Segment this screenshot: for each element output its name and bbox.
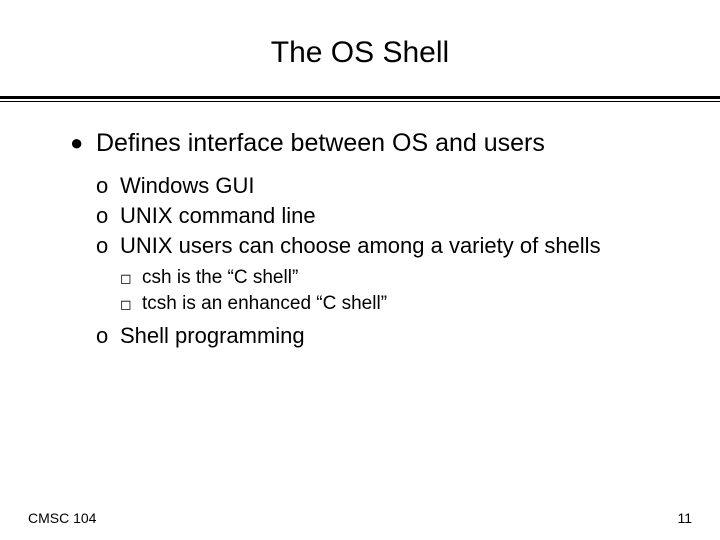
list-item-text: Shell programming (120, 322, 305, 350)
list-item: o Windows GUI (96, 172, 660, 200)
slide-content: ● Defines interface between OS and users… (0, 102, 720, 350)
divider-thick (0, 96, 720, 99)
bullet-disc-icon: ● (70, 128, 96, 158)
bullet-square-icon: ◻ (120, 292, 142, 316)
bullet-o-icon: o (96, 202, 120, 230)
bullet-o-icon: o (96, 322, 120, 350)
slide-title: The OS Shell (0, 0, 720, 96)
footer-course: CMSC 104 (28, 510, 96, 526)
list-item: o UNIX users can choose among a variety … (96, 232, 660, 260)
list-item: o Shell programming (96, 322, 660, 350)
footer-page-number: 11 (677, 510, 692, 526)
list-item-text: Defines interface between OS and users (96, 128, 545, 158)
list-item-text: tcsh is an enhanced “C shell” (142, 292, 387, 316)
bullet-o-icon: o (96, 232, 120, 260)
list-item-text: UNIX command line (120, 202, 316, 230)
bullet-square-icon: ◻ (120, 266, 142, 290)
list-item-text: Windows GUI (120, 172, 254, 200)
slide-footer: CMSC 104 11 (0, 510, 720, 526)
bullet-o-icon: o (96, 172, 120, 200)
list-item: o UNIX command line (96, 202, 660, 230)
list-item: ● Defines interface between OS and users (70, 128, 660, 158)
list-item: ◻ tcsh is an enhanced “C shell” (120, 292, 660, 316)
sub-sublist: ◻ csh is the “C shell” ◻ tcsh is an enha… (120, 266, 660, 316)
list-item: ◻ csh is the “C shell” (120, 266, 660, 290)
list-item-text: UNIX users can choose among a variety of… (120, 232, 601, 260)
list-item-text: csh is the “C shell” (142, 266, 298, 290)
sublist: o Windows GUI o UNIX command line o UNIX… (96, 172, 660, 350)
